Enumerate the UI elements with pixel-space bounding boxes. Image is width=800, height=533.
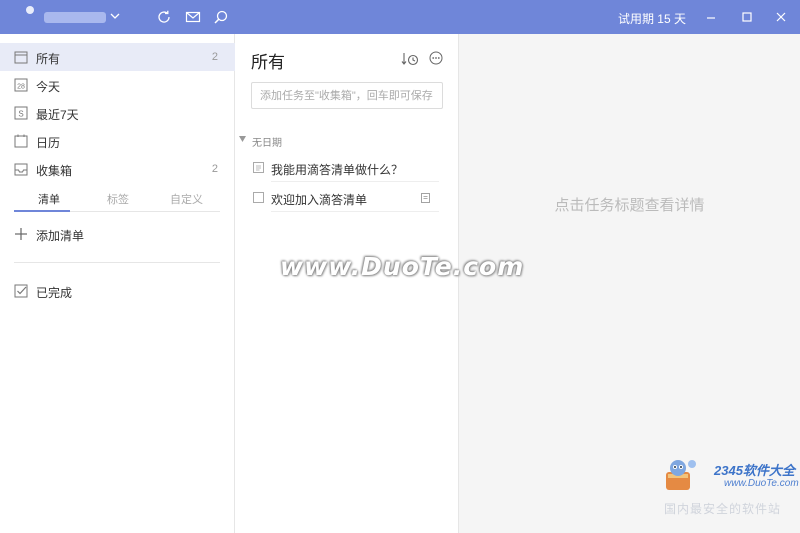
calendar-all-icon (14, 51, 28, 64)
svg-text:28: 28 (17, 84, 25, 91)
sidebar-item-today[interactable]: 28 今天 (0, 71, 235, 99)
task-row[interactable]: 欢迎加入滴答清单 (251, 184, 439, 212)
watermark-url: www.DuoTe.com (724, 478, 799, 489)
add-list-label: 添加清单 (36, 229, 85, 243)
list-title: 所有 (251, 53, 285, 72)
svg-text:S: S (18, 110, 23, 119)
sidebar-item-all[interactable]: 所有 2 (0, 43, 235, 71)
watermark-tagline: 国内最安全的软件站 (664, 502, 782, 516)
mascot-logo-icon (666, 460, 696, 490)
maximize-icon[interactable] (739, 9, 755, 25)
detail-empty-hint: 点击任务标题查看详情 (554, 197, 705, 214)
watermark-brand: 2345软件大全 (714, 463, 795, 478)
collapse-arrow-icon[interactable] (239, 136, 246, 142)
inbox-icon (14, 163, 28, 176)
task-separator (271, 211, 439, 212)
sidebar-divider (14, 262, 220, 263)
active-tab-indicator (14, 210, 70, 212)
tab-custom[interactable]: 自定义 (170, 191, 203, 207)
sidebar-item-label: 今天 (36, 80, 61, 94)
sort-icon[interactable] (401, 51, 419, 67)
close-icon[interactable] (773, 9, 789, 25)
task-checkbox[interactable] (253, 192, 264, 203)
task-separator (271, 181, 439, 182)
task-title[interactable]: 我能用滴答清单做什么？ (271, 161, 403, 178)
sidebar-item-next-7-days[interactable]: S 最近7天 (0, 99, 235, 127)
section-header-no-date: 无日期 (252, 138, 282, 149)
add-list-button[interactable]: 添加清单 (0, 220, 235, 248)
sidebar-item-inbox[interactable]: 收集箱 2 (0, 155, 235, 183)
sidebar: 所有 2 28 今天 S 最近7天 日历 收集箱 2 清单 标签 自定义 添加清… (0, 34, 235, 533)
sidebar-item-completed[interactable]: 已完成 (0, 277, 235, 305)
minimize-icon[interactable] (703, 9, 719, 25)
more-options-icon[interactable] (429, 51, 443, 65)
sidebar-item-calendar[interactable]: 日历 (0, 127, 235, 155)
title-bar: 试用期 15 天 (0, 0, 800, 34)
plus-icon (15, 228, 27, 240)
tab-tags[interactable]: 标签 (107, 191, 129, 207)
mail-icon[interactable] (185, 9, 201, 25)
item-count: 2 (211, 51, 218, 63)
item-count: 2 (211, 163, 218, 175)
calendar-icon (14, 134, 28, 148)
task-checkbox-icon[interactable] (253, 162, 264, 173)
note-icon (421, 193, 430, 203)
calendar-today-icon: 28 (14, 78, 28, 92)
watermark-text: www.DuoTe.com (280, 252, 525, 281)
avatar[interactable] (26, 6, 34, 14)
completed-checkbox-icon (14, 284, 28, 298)
task-row[interactable]: 我能用滴答清单做什么？ (251, 154, 439, 182)
username-blurred[interactable] (44, 12, 106, 23)
search-icon[interactable] (213, 9, 229, 25)
add-task-input[interactable] (251, 82, 443, 109)
chevron-down-icon[interactable] (110, 9, 120, 23)
task-list-panel: 所有 无日期 我能用滴答清单做什么？ 欢迎加入滴答清单 (235, 34, 459, 533)
sidebar-item-label: 所有 (36, 52, 61, 66)
tab-lists[interactable]: 清单 (38, 191, 60, 207)
sidebar-item-label: 日历 (36, 136, 61, 150)
calendar-week-icon: S (14, 106, 28, 120)
task-title[interactable]: 欢迎加入滴答清单 (271, 191, 367, 208)
sidebar-item-label: 最近7天 (36, 108, 79, 122)
sidebar-item-label: 收集箱 (36, 164, 73, 178)
sync-icon[interactable] (156, 9, 172, 25)
trial-period-label: 试用期 15 天 (617, 12, 686, 26)
task-detail-panel: 点击任务标题查看详情 (459, 34, 800, 533)
sidebar-item-label: 已完成 (36, 286, 73, 300)
